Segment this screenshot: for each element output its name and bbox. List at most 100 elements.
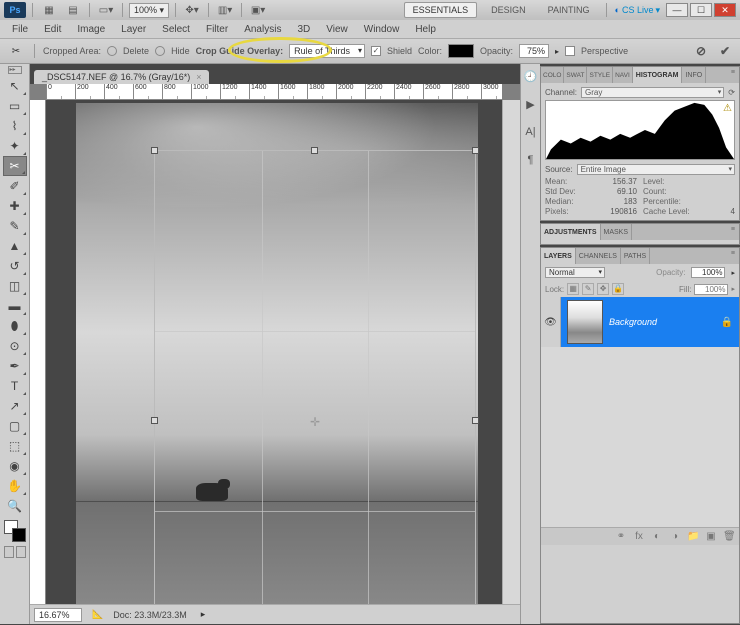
menu-analysis[interactable]: Analysis [236, 22, 289, 37]
menu-image[interactable]: Image [69, 22, 113, 37]
menu-file[interactable]: File [4, 22, 36, 37]
tab-masks[interactable]: MASKS [601, 224, 633, 240]
menu-3d[interactable]: 3D [289, 22, 318, 37]
arrange-icon[interactable]: ▥▾ [215, 2, 235, 18]
menu-view[interactable]: View [318, 22, 356, 37]
new-layer-icon[interactable]: ▣ [705, 531, 717, 542]
pen-tool[interactable]: ✒ [3, 356, 27, 376]
brush-tool[interactable]: ✎ [3, 216, 27, 236]
source-select[interactable]: Entire Image [577, 164, 735, 175]
shield-checkbox[interactable]: ✓ [371, 46, 381, 56]
eraser-tool[interactable]: ◫ [3, 276, 27, 296]
layer-row[interactable]: 👁 Background 🔒 [541, 297, 739, 347]
eyedropper-tool[interactable]: ✐ [3, 176, 27, 196]
screen-mode-icon[interactable]: ▣▾ [248, 2, 268, 18]
crop-handle[interactable] [311, 147, 318, 154]
menu-select[interactable]: Select [154, 22, 198, 37]
crop-handle[interactable] [472, 417, 479, 424]
dodge-tool[interactable]: ⊙ [3, 336, 27, 356]
document-tab[interactable]: _DSC5147.NEF @ 16.7% (Gray/16*) × [34, 70, 209, 84]
minibridge-icon[interactable]: ▤ [63, 2, 83, 18]
layer-group-icon[interactable]: 📁 [687, 531, 699, 542]
bridge-icon[interactable]: ▦ [39, 2, 59, 18]
panel-menu-icon[interactable]: ≡ [727, 248, 739, 264]
tab-layers[interactable]: LAYERS [541, 248, 576, 264]
canvas[interactable]: ✛ [46, 100, 502, 604]
window-maximize[interactable]: ☐ [690, 3, 712, 17]
menu-help[interactable]: Help [407, 22, 444, 37]
crop-handle[interactable] [151, 417, 158, 424]
panel-menu-icon[interactable]: ≡ [727, 67, 739, 83]
actions-panel-icon[interactable]: ▶ [523, 96, 539, 112]
shape-tool[interactable]: ▢ [3, 416, 27, 436]
stamp-tool[interactable]: ▲ [3, 236, 27, 256]
color-swatches[interactable] [4, 520, 26, 542]
channel-select[interactable]: Gray [581, 87, 724, 98]
blend-mode-select[interactable]: Normal [545, 267, 605, 278]
character-panel-icon[interactable]: A| [523, 124, 539, 140]
tab-info[interactable]: INFO [682, 67, 706, 83]
tab-styles[interactable]: STYLE [587, 67, 613, 83]
zoom-select[interactable]: 100% ▾ [129, 3, 169, 18]
type-tool[interactable]: T [3, 376, 27, 396]
tab-histogram[interactable]: HISTOGRAM [633, 67, 683, 83]
blur-tool[interactable]: ⬮ [3, 316, 27, 336]
tab-adjustments[interactable]: ADJUSTMENTS [541, 224, 601, 240]
status-menu-arrow[interactable]: ▸ [201, 609, 206, 620]
tab-swatches[interactable]: SWAT [564, 67, 587, 83]
quick-mask-toggle[interactable] [4, 546, 26, 560]
layer-thumbnail[interactable] [567, 300, 603, 344]
crop-tool[interactable]: ✂ [3, 156, 27, 176]
hand-icon[interactable]: ✥▾ [182, 2, 202, 18]
layer-fx-icon[interactable]: fx [633, 531, 645, 542]
workspace-painting[interactable]: PAINTING [540, 3, 598, 17]
radio-hide[interactable] [155, 46, 165, 56]
workspace-design[interactable]: DESIGN [483, 3, 534, 17]
paragraph-panel-icon[interactable]: ¶ [523, 152, 539, 168]
quick-select-tool[interactable]: ✦ [3, 136, 27, 156]
view-extras-icon[interactable]: ▭▾ [96, 2, 116, 18]
cancel-crop-button[interactable]: ⊘ [692, 42, 710, 60]
move-tool[interactable]: ↖ [3, 76, 27, 96]
gradient-tool[interactable]: ▬ [3, 296, 27, 316]
refresh-histogram-icon[interactable]: ⟳ [728, 88, 735, 97]
menu-layer[interactable]: Layer [113, 22, 154, 37]
crop-handle[interactable] [151, 147, 158, 154]
window-minimize[interactable]: — [666, 3, 688, 17]
marquee-tool[interactable]: ▭ [3, 96, 27, 116]
link-layers-icon[interactable]: ⚭ [615, 531, 627, 542]
path-select-tool[interactable]: ↗ [3, 396, 27, 416]
workspace-essentials[interactable]: ESSENTIALS [404, 2, 478, 18]
lock-transparency-icon[interactable]: ▦ [567, 283, 579, 295]
scrollbar-vertical[interactable] [502, 100, 520, 604]
history-panel-icon[interactable]: 🕘 [523, 68, 539, 84]
close-tab-icon[interactable]: × [196, 72, 201, 82]
layer-fill-input[interactable]: 100% [694, 284, 728, 295]
layer-visibility-icon[interactable]: 👁 [541, 297, 561, 347]
layer-opacity-input[interactable]: 100% [691, 267, 725, 278]
tab-channels[interactable]: CHANNELS [576, 248, 621, 264]
layer-name[interactable]: Background [609, 317, 657, 327]
adjustment-layer-icon[interactable]: ◑ [669, 531, 681, 542]
opacity-input[interactable]: 75% [519, 44, 549, 58]
layer-mask-icon[interactable]: ◐ [651, 531, 663, 542]
cs-live-button[interactable]: ◐CS Live▾ [615, 5, 660, 16]
perspective-checkbox[interactable] [565, 46, 575, 56]
menu-filter[interactable]: Filter [198, 22, 236, 37]
shield-color-swatch[interactable] [448, 44, 474, 58]
crop-marquee[interactable]: ✛ [154, 150, 476, 604]
panel-menu-icon[interactable]: ≡ [727, 224, 739, 240]
healing-tool[interactable]: ✚ [3, 196, 27, 216]
status-zoom-input[interactable]: 16.67% [34, 608, 82, 622]
tab-color[interactable]: COLO [541, 67, 564, 83]
zoom-tool[interactable]: 🔍 [3, 496, 27, 516]
radio-delete[interactable] [107, 46, 117, 56]
hand-tool[interactable]: ✋ [3, 476, 27, 496]
3d-camera-tool[interactable]: ◉ [3, 456, 27, 476]
3d-tool[interactable]: ⬚ [3, 436, 27, 456]
tab-navigator[interactable]: NAVI [613, 67, 633, 83]
window-close[interactable]: ✕ [714, 3, 736, 17]
toolbox-collapse[interactable] [8, 66, 22, 74]
menu-edit[interactable]: Edit [36, 22, 69, 37]
cache-warning-icon[interactable]: ⚠ [723, 103, 732, 114]
